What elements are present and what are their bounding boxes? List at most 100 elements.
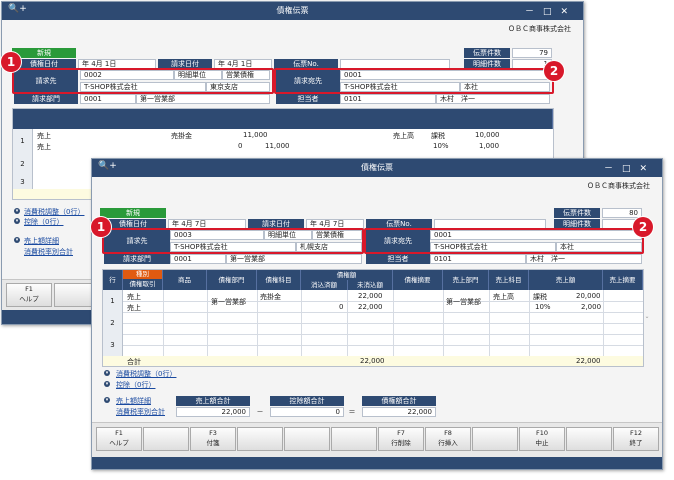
grid-line [443,290,444,356]
f9-button[interactable] [472,427,518,451]
sales-detail-link[interactable]: 売上額詳細 [116,396,151,406]
f10-cancel-button[interactable]: F10 中止 [519,427,565,451]
back-sales-detail-link[interactable]: 売上額詳細 [24,236,59,246]
f1-help-button[interactable]: F1 ヘルプ [96,427,142,451]
back-row-tax-rate: 10% [433,142,449,150]
row1-debt-item[interactable]: 売掛金 [260,292,281,302]
back-row-sales: 10,000 [475,131,500,139]
back-tax-rate-total-link[interactable]: 消費税率別合計 [24,247,73,257]
f2-button[interactable] [143,427,189,451]
grid-header-product: 商品 [163,270,207,290]
grid-line [301,290,302,356]
detail-grid: 行 種別 債権取引 商品 債権部門 債権科目 債権額 消込済額 未消込額 債権摘… [102,269,644,367]
grid-header-debt-amount-title: 債権額 [336,271,357,279]
callout-badge-2: 2 [633,217,653,237]
tax-adjust-link[interactable]: 消費税調整（0行） [116,369,176,379]
grid-header-debt-memo: 債権摘要 [393,270,443,290]
back-f1-help-button[interactable]: F1 ヘルプ [6,283,52,307]
grid-scrollbar[interactable]: ⌄ [644,287,650,355]
row1-trade-line1[interactable]: 売上 [127,292,141,302]
debt-total-value: 22,000 [362,407,436,417]
row1-tax-type[interactable]: 課税 [533,292,547,302]
chevron-down-icon[interactable]: ▾ [104,381,110,387]
f11-button[interactable] [566,427,612,451]
grid-header-sales-amount: 売上額 [529,270,603,290]
back-mode-badge: 新規 [12,48,76,58]
f4-button[interactable] [237,427,283,451]
f8-label: 行挿入 [438,439,458,447]
window-controls[interactable]: －□✕ [604,161,656,174]
grid-total-sales: 22,000 [576,357,601,365]
staff-label: 担当者 [366,254,430,264]
grid-header-kind: 種別 [123,270,162,279]
f8-key: F8 [444,429,452,437]
f3-sticky-button[interactable]: F3 付箋 [190,427,236,451]
deduct-total-value: 0 [270,407,344,417]
row-number: 3 [103,334,123,356]
row1-sales-item[interactable]: 売上高 [493,292,514,302]
status-bar [92,457,662,469]
staff-name: 木村 洋一 [526,254,642,264]
grid-header-cleared: 消込済額 [301,280,348,290]
back-count-label: 伝票件数 [464,48,510,58]
tax-rate-total-link[interactable]: 消費税率別合計 [116,407,165,417]
chevron-down-icon[interactable]: ▾ [104,397,110,403]
highlight-billto [364,228,644,254]
row1-amount-total[interactable]: 22,000 [358,292,383,300]
grid-line [489,290,490,356]
row1-trade-line2[interactable]: 売上 [127,303,141,313]
highlight-billing [102,228,364,254]
company-name: ＯＢＣ商事株式会社 [587,182,650,190]
row1-sales-amount[interactable]: 20,000 [576,292,601,300]
back-tax-adjust-link[interactable]: 消費税調整（0行） [24,207,84,217]
row1-sales-dept[interactable]: 第一営業部 [446,297,481,307]
back-row-item: 売掛金 [171,132,192,140]
deduction-link[interactable]: 控除（0行） [116,380,155,390]
back-highlight-billto [274,68,554,94]
staff-code-field[interactable]: 0101 [430,254,526,264]
grid-line [123,323,643,324]
chevron-down-icon[interactable]: ▾ [14,208,20,214]
f12-exit-button[interactable]: F12 終了 [613,427,659,451]
back-deduction-link[interactable]: 控除（0行） [24,217,63,227]
grid-header-type: 種別 債権取引 [123,270,163,290]
back-dept-code[interactable]: 0001 [80,94,136,104]
grid-header-row: 行 [103,270,123,290]
row-number: 2 [103,312,123,334]
grid-total-label: 合計 [127,358,141,366]
grid-line [393,290,394,356]
back-highlight-billing [12,68,274,94]
dept-name: 第一営業部 [226,254,362,264]
row1-tax-rate[interactable]: 10% [535,303,551,311]
grid-header-sales-memo: 売上摘要 [603,270,643,290]
back-f1-key: F1 [25,285,33,293]
window-controls[interactable]: －□✕ [525,4,577,17]
grid-line [123,301,643,302]
back-row-amount: 11,000 [243,131,268,139]
f10-label: 中止 [535,439,549,447]
f12-label: 終了 [629,439,643,447]
chevron-down-icon[interactable]: ▾ [14,218,20,224]
dept-label: 請求部門 [104,254,170,264]
grid-line [529,290,530,356]
f3-label: 付箋 [206,439,220,447]
chevron-down-icon[interactable]: ▾ [104,370,110,376]
debt-total-label: 債権額合計 [362,396,436,406]
grid-header-debt-trade: 債権取引 [129,280,156,288]
back-staff-code[interactable]: 0101 [340,94,436,104]
grid-line [123,334,643,335]
f7-delete-row-button[interactable]: F7 行削除 [378,427,424,451]
f10-key: F10 [535,429,548,437]
chevron-down-icon[interactable]: ▾ [14,237,20,243]
f8-insert-row-button[interactable]: F8 行挿入 [425,427,471,451]
f6-button[interactable] [331,427,377,451]
dept-code-field[interactable]: 0001 [170,254,226,264]
back-row-sales-item: 売上高 [393,132,414,140]
f7-key: F7 [397,429,405,437]
f7-label: 行削除 [391,439,411,447]
sales-total-value: 22,000 [176,407,250,417]
f5-button[interactable] [284,427,330,451]
row1-debt-dept[interactable]: 第一営業部 [211,297,246,307]
grid-line [603,290,604,356]
window-title: 債権伝票 [361,163,393,172]
